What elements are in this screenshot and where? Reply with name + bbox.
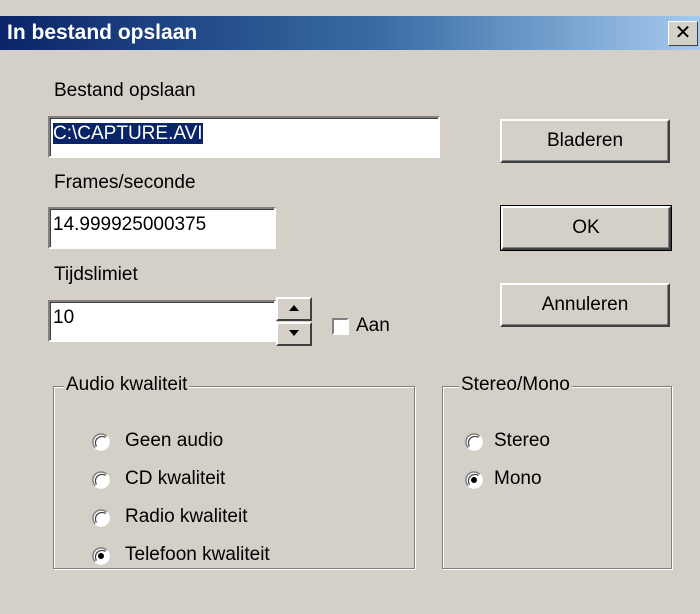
time-limit-value: 10 [53, 307, 75, 328]
audio-radio-label[interactable]: CD kwaliteit [125, 468, 225, 490]
channel-radio-label[interactable]: Mono [494, 468, 542, 490]
audio-radio-telefoon-kwaliteit[interactable] [92, 547, 110, 565]
enable-time-limit-checkbox[interactable] [332, 318, 349, 335]
file-path-value: C:\CAPTURE.AVI [53, 123, 203, 144]
audio-radio-radio-kwaliteit[interactable] [92, 509, 110, 527]
radio-icon [92, 509, 110, 527]
channel-radio-stereo[interactable] [465, 433, 483, 451]
close-icon: ✕ [674, 22, 692, 44]
close-button[interactable]: ✕ [668, 21, 698, 46]
file-label: Bestand opslaan [54, 80, 196, 101]
spin-down-button[interactable] [276, 322, 312, 346]
radio-icon [465, 471, 483, 489]
audio-radio-cd-kwaliteit[interactable] [92, 471, 110, 489]
audio-radio-label[interactable]: Geen audio [125, 430, 223, 452]
audio-radio-geen-audio[interactable] [92, 433, 110, 451]
time-limit-label: Tijdslimiet [54, 264, 138, 285]
cancel-button[interactable]: Annuleren [500, 283, 670, 327]
browse-button[interactable]: Bladeren [500, 119, 670, 163]
fps-label: Frames/seconde [54, 172, 196, 193]
radio-icon [92, 547, 110, 565]
audio-radio-label[interactable]: Radio kwaliteit [125, 506, 248, 528]
stereo-mono-title: Stereo/Mono [459, 374, 572, 396]
ok-button[interactable]: OK [500, 205, 672, 251]
radio-icon [465, 433, 483, 451]
fps-value: 14.999925000375 [53, 214, 207, 235]
radio-icon [92, 433, 110, 451]
channel-radio-label[interactable]: Stereo [494, 430, 550, 452]
file-path-input[interactable]: C:\CAPTURE.AVI [48, 116, 440, 158]
cancel-button-label: Annuleren [541, 294, 629, 315]
arrow-down-icon [289, 330, 299, 336]
audio-quality-title: Audio kwaliteit [64, 374, 190, 396]
browse-button-label: Bladeren [546, 130, 624, 151]
spin-up-button[interactable] [276, 297, 312, 321]
save-to-file-dialog: In bestand opslaan ✕ Bestand opslaan C:\… [0, 0, 700, 614]
audio-radio-label[interactable]: Telefoon kwaliteit [125, 544, 270, 566]
time-limit-input[interactable]: 10 [48, 300, 276, 342]
arrow-up-icon [289, 305, 299, 311]
title-bar[interactable]: In bestand opslaan ✕ [0, 16, 700, 50]
channel-radio-mono[interactable] [465, 471, 483, 489]
window-title: In bestand opslaan [7, 21, 198, 44]
ok-button-label: OK [572, 217, 600, 238]
fps-input[interactable]: 14.999925000375 [48, 207, 276, 249]
radio-icon [92, 471, 110, 489]
checkbox-label: Aan [356, 315, 390, 336]
